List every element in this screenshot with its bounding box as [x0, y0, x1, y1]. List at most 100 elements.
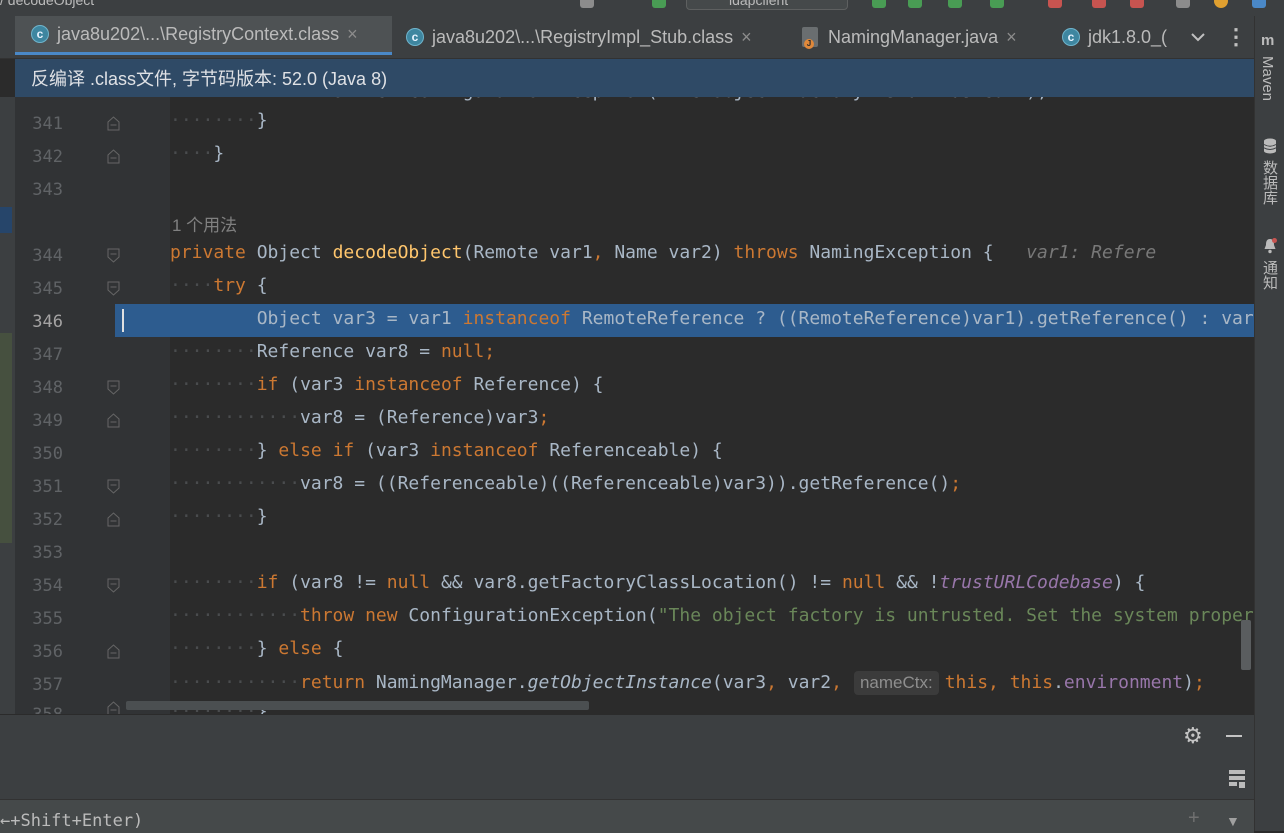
fold-end-icon[interactable]: [107, 413, 120, 428]
fold-end-icon[interactable]: [107, 149, 120, 164]
rerun-icon[interactable]: [1092, 0, 1106, 8]
add-watch-icon[interactable]: +: [1188, 807, 1200, 830]
line-number: 345: [32, 279, 63, 299]
settings-gear-icon[interactable]: ⚙: [1183, 723, 1203, 749]
editor-tab-bar: c java8u202\...\RegistryContext.class × …: [0, 16, 1254, 59]
code-line: ············throw new ConfigurationExcep…: [170, 605, 1254, 626]
stop-icon[interactable]: [1048, 0, 1062, 8]
profile-icon[interactable]: [990, 0, 1004, 8]
run-configuration-select[interactable]: ldapclient: [686, 0, 848, 10]
code-editor[interactable]: 341 342 343 344 345 346 347 348 349 350 …: [0, 97, 1254, 714]
line-number: 351: [32, 477, 63, 497]
code-line: ········if (var3 instanceof Reference) {: [170, 374, 604, 395]
search-icon[interactable]: [1176, 0, 1190, 8]
close-icon[interactable]: ×: [347, 24, 358, 45]
tab-jdk[interactable]: c jdk1.8.0_(: [1046, 16, 1186, 58]
maven-tool-button[interactable]: Maven: [1259, 56, 1276, 101]
fold-end-icon[interactable]: [107, 701, 120, 714]
code-line: ············return NamingManager.getObje…: [170, 671, 1205, 695]
tab-registry-context[interactable]: c java8u202\...\RegistryContext.class ×: [15, 16, 392, 55]
code-line: ········} else if (var3 instanceof Refer…: [170, 440, 723, 461]
chevron-down-icon[interactable]: [1186, 16, 1210, 58]
tab-registry-impl-stub[interactable]: c java8u202\...\RegistryImpl_Stub.class …: [392, 16, 784, 58]
class-file-icon: c: [1062, 28, 1080, 46]
shortcut-hint: ←+Shift+Enter): [0, 811, 144, 831]
bottom-tool-panel: ⚙ ←+Shift+Enter) + ▼: [0, 714, 1254, 833]
code-line: ········} else {: [170, 638, 344, 659]
banner-text: 反编译 .class文件, 字节码版本: 52.0 (Java 8): [31, 69, 388, 89]
fold-start-icon[interactable]: [107, 479, 120, 494]
line-number: 348: [32, 378, 63, 398]
fold-end-icon[interactable]: [107, 116, 120, 131]
line-number: 355: [32, 609, 63, 629]
usage-hint[interactable]: 1 个用法: [172, 211, 237, 236]
notifications-tool-button[interactable]: 通知: [1259, 260, 1280, 290]
code-line: ········}: [170, 110, 268, 131]
code-line: ············var8 = (Reference)var3;: [170, 407, 550, 428]
updates-icon[interactable]: [1214, 0, 1228, 8]
decompiled-notice-banner: 反编译 .class文件, 字节码版本: 52.0 (Java 8): [15, 59, 1254, 97]
line-number: 344: [32, 246, 63, 266]
line-number: 352: [32, 510, 63, 530]
inlay-parameter-hint: nameCtx:: [853, 671, 939, 695]
close-icon[interactable]: ×: [741, 27, 752, 48]
tab-naming-manager[interactable]: NamingManager.java ×: [784, 16, 1046, 58]
java-file-icon: [802, 27, 818, 49]
fold-start-icon[interactable]: [107, 380, 120, 395]
run-icon[interactable]: [872, 0, 886, 8]
layout-icon[interactable]: [1228, 769, 1246, 789]
fold-start-icon[interactable]: [107, 248, 120, 263]
left-tool-strip: [0, 97, 15, 714]
code-line: ········ throw new ConfigurationExceptio…: [170, 97, 1048, 102]
evaluate-expression-bar[interactable]: [0, 799, 1254, 833]
line-number: 356: [32, 642, 63, 662]
code-line: ········Reference var8 = null;: [170, 341, 496, 362]
minimize-icon[interactable]: [1226, 735, 1242, 737]
debug-icon[interactable]: [908, 0, 922, 8]
parameter-hint: var1: Refere: [1026, 242, 1157, 263]
chevron-down-icon[interactable]: ▼: [1226, 813, 1240, 829]
line-number: 358: [15, 705, 63, 714]
line-number: 342: [32, 147, 63, 167]
line-number: 343: [32, 180, 63, 200]
database-icon: [1263, 138, 1277, 159]
code-line: ········}: [170, 506, 268, 527]
line-number: 347: [32, 345, 63, 365]
tab-label: NamingManager.java: [828, 26, 999, 47]
ide-logo-icon[interactable]: [1252, 0, 1266, 8]
line-number: 349: [32, 411, 63, 431]
right-tool-strip: m Maven 数据库 通知: [1254, 16, 1284, 831]
main-toolbar: / decodeObject ldapclient: [0, 0, 1284, 16]
code-line: ········if (var8 != null && var8.getFact…: [170, 572, 1146, 593]
more-options-icon[interactable]: ⋮: [1225, 16, 1247, 58]
code-line: ····try {: [170, 275, 268, 296]
line-number: 341: [32, 114, 63, 134]
notification-bell-icon: [1263, 238, 1277, 259]
fold-end-icon[interactable]: [107, 644, 120, 659]
line-number: 354: [32, 576, 63, 596]
code-line: ············var8 = ((Referenceable)((Ref…: [170, 473, 962, 494]
stop-all-icon[interactable]: [1130, 0, 1144, 8]
build-icon[interactable]: [580, 0, 594, 8]
database-tool-button[interactable]: 数据库: [1259, 160, 1280, 205]
fold-start-icon[interactable]: [107, 578, 120, 593]
vertical-scrollbar[interactable]: [1241, 620, 1251, 670]
fold-end-icon[interactable]: [107, 512, 120, 527]
maven-icon[interactable]: m: [1261, 32, 1274, 49]
navigation-breadcrumb[interactable]: / decodeObject: [0, 0, 94, 8]
tab-label: java8u202\...\RegistryImpl_Stub.class: [432, 26, 734, 47]
tab-label: java8u202\...\RegistryContext.class: [57, 23, 340, 44]
tab-label: jdk1.8.0_(: [1088, 26, 1168, 47]
line-number-current: 346: [32, 312, 63, 332]
code-line: private Object decodeObject(Remote var1,…: [170, 242, 1157, 263]
code-line: ····}: [170, 143, 225, 164]
line-number: 357: [32, 675, 63, 695]
fold-start-icon[interactable]: [107, 281, 120, 296]
code-line-current: Object var3 = var1 instanceof RemoteRefe…: [170, 308, 1254, 329]
coverage-icon[interactable]: [948, 0, 962, 8]
close-icon[interactable]: ×: [1006, 27, 1017, 48]
back-icon[interactable]: [652, 0, 666, 8]
horizontal-scrollbar[interactable]: [126, 701, 589, 710]
line-number: 350: [32, 444, 63, 464]
line-number: 353: [32, 543, 63, 563]
